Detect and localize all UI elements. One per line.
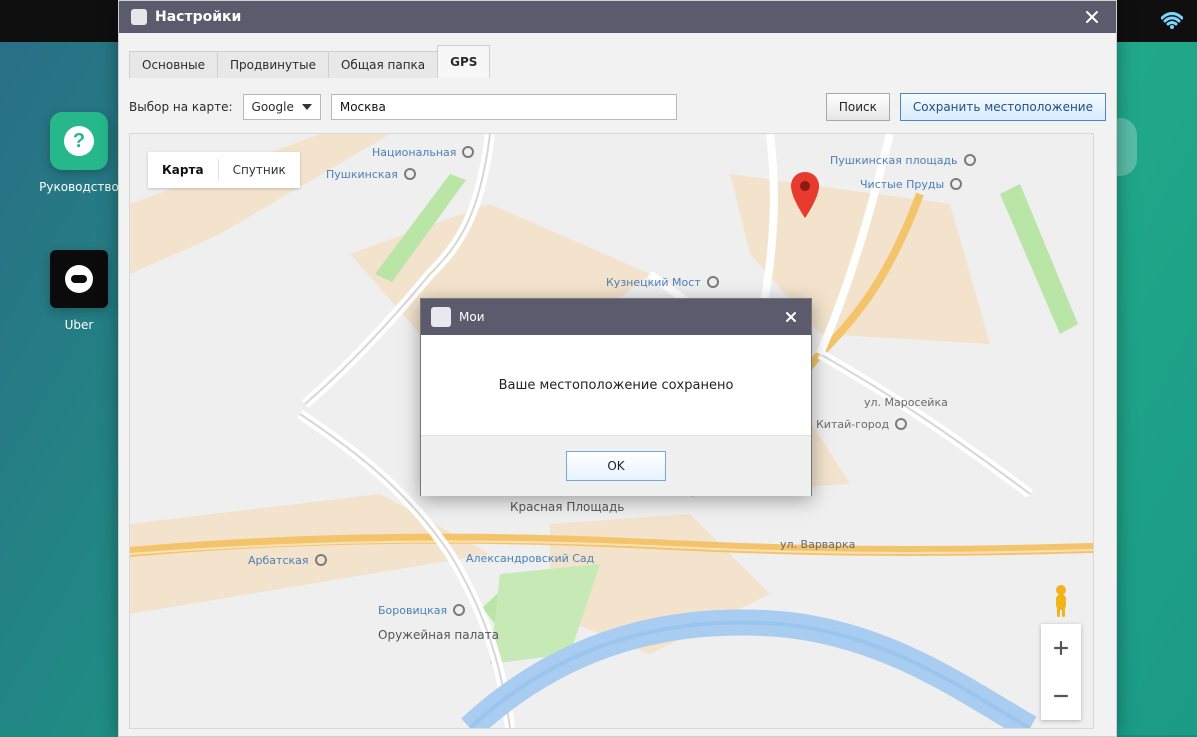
location-saved-message: Ваше местоположение сохранено: [498, 377, 734, 393]
map-label-top-left-2-text: Пушкинская: [326, 168, 398, 181]
map-label-red-square-text: Красная Площадь: [510, 500, 625, 514]
location-saved-dialog-footer: OK: [421, 435, 811, 496]
map-label-borovitskaya: Боровицкая: [378, 604, 466, 617]
location-pin-icon: [791, 172, 819, 218]
settings-window-title: Настройки: [155, 9, 242, 25]
tab-basic[interactable]: Основные: [129, 51, 219, 78]
desktop-icon-guide[interactable]: ? Руководство: [34, 112, 124, 194]
location-saved-dialog-titlebar: Мои: [421, 299, 811, 335]
uber-app-icon: [50, 250, 108, 308]
map-provider-value: Google: [251, 100, 294, 114]
map-label-mid-1: Кузнецкий Мост: [606, 276, 719, 289]
map-type-toggle: Карта Спутник: [148, 152, 300, 188]
zoom-out-button[interactable]: [1045, 680, 1077, 712]
metro-icon: [403, 168, 416, 180]
location-input-value: Москва: [339, 100, 386, 114]
map-type-map[interactable]: Карта: [148, 152, 218, 188]
map-label-borovitskaya-text: Боровицкая: [378, 604, 448, 617]
map-provider-select[interactable]: Google: [242, 94, 321, 120]
search-button[interactable]: Поиск: [825, 93, 890, 121]
dialog-app-icon: [431, 307, 451, 327]
map-label-arbat-text: Арбатская: [248, 554, 309, 567]
metro-icon: [895, 418, 908, 430]
tab-basic-label: Основные: [142, 58, 206, 72]
close-dialog-button[interactable]: [781, 307, 801, 327]
desktop-icon-guide-label: Руководство: [39, 180, 119, 194]
settings-tabs: Основные Продвинутые Общая папка GPS: [129, 45, 491, 78]
map-label-maroseyka: ул. Маросейка: [864, 396, 948, 409]
tab-gps[interactable]: GPS: [437, 45, 491, 78]
metro-icon: [314, 554, 327, 566]
map-label-alexander-garden-text: Александровский Сад: [466, 552, 595, 565]
gps-toolbar: Выбор на карте: Google Москва Поиск Сохр…: [129, 89, 1106, 125]
close-icon: [786, 312, 796, 322]
map-type-satellite-label: Спутник: [232, 163, 286, 177]
help-icon: ?: [50, 112, 108, 170]
map-label-mid-1-text: Кузнецкий Мост: [606, 276, 701, 289]
map-label-alexander-garden: Александровский Сад: [466, 552, 594, 565]
metro-icon: [963, 154, 976, 166]
question-mark-icon: ?: [64, 126, 94, 156]
tab-advanced[interactable]: Продвинутые: [217, 51, 329, 78]
map-label-varvarka-text: ул. Варварка: [780, 538, 856, 551]
plus-icon: [1053, 640, 1069, 656]
tab-gps-label: GPS: [450, 55, 478, 69]
tab-shared-folder-label: Общая папка: [340, 58, 426, 72]
uber-logo-icon: [65, 265, 93, 293]
ok-button[interactable]: OK: [566, 451, 666, 481]
location-saved-dialog-body: Ваше местоположение сохранено: [421, 335, 811, 435]
metro-icon: [462, 146, 475, 158]
location-saved-dialog: Мои Ваше местоположение сохранено OK: [420, 298, 812, 496]
tab-advanced-label: Продвинутые: [230, 58, 316, 72]
map-type-satellite[interactable]: Спутник: [219, 152, 300, 188]
search-button-label: Поиск: [838, 100, 877, 114]
settings-window-titlebar: Настройки: [119, 1, 1116, 33]
desktop-icon-uber-label: Uber: [64, 318, 94, 332]
chevron-down-icon: [301, 104, 312, 110]
location-saved-dialog-title: Мои: [459, 310, 485, 324]
map-label-maroseyka-text: ул. Маросейка: [864, 396, 948, 409]
save-location-button-label: Сохранить местоположение: [912, 100, 1093, 114]
desktop-icon-uber[interactable]: Uber: [34, 250, 124, 332]
map-label-mid-2-text: Китай-город: [816, 418, 890, 431]
street-view-icon[interactable]: [1049, 584, 1073, 618]
close-icon: [1086, 11, 1098, 23]
save-location-button[interactable]: Сохранить местоположение: [899, 93, 1106, 121]
map-label-top-right-1-text: Пушкинская площадь: [830, 154, 958, 167]
map-label-arbat: Арбатская: [248, 554, 327, 567]
map-label-red-square: Красная Площадь: [510, 500, 624, 514]
zoom-in-button[interactable]: [1045, 632, 1077, 664]
map-type-map-label: Карта: [162, 163, 204, 177]
metro-icon: [706, 276, 719, 288]
map-label-top-right-2: Чистые Пруды: [860, 178, 963, 191]
ok-button-label: OK: [607, 459, 625, 473]
location-input[interactable]: Москва: [330, 94, 677, 120]
map-label-top-left-1: Национальная: [372, 146, 475, 159]
metro-icon: [453, 604, 466, 616]
tab-shared-folder[interactable]: Общая папка: [327, 51, 439, 78]
map-label-mid-2: Китай-город: [816, 418, 908, 431]
minus-icon: [1053, 694, 1069, 698]
map-label-top-right-1: Пушкинская площадь: [830, 154, 976, 167]
wifi-icon: [1161, 12, 1183, 29]
choose-on-map-label: Выбор на карте:: [129, 100, 233, 114]
metro-icon: [950, 178, 963, 190]
map-label-varvarka: ул. Варварка: [780, 538, 855, 551]
settings-app-icon: [131, 9, 147, 25]
zoom-controls: [1041, 624, 1081, 720]
map-label-armory: Оружейная палата: [378, 628, 499, 642]
close-window-button[interactable]: [1080, 5, 1104, 29]
map-label-top-left-1-text: Национальная: [372, 146, 457, 159]
map-label-top-right-2-text: Чистые Пруды: [860, 178, 945, 191]
svg-text:?: ?: [73, 130, 85, 152]
map-label-top-left-2: Пушкинская: [326, 168, 416, 181]
map-label-armory-text: Оружейная палата: [378, 628, 499, 642]
